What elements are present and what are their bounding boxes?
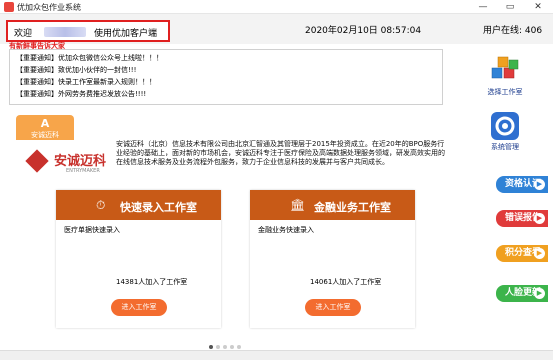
card-subtitle: 金融业务快速录入 — [258, 226, 314, 234]
enter-studio-button[interactable]: 进入工作室 — [305, 299, 361, 316]
notice-panel: 【重要通知】优加众包微信公众号上线啦！！！ 【重要通知】致优加小伙伴的一封信!!… — [9, 49, 443, 105]
datetime-display: 2020年02月10日 08:57:04 — [305, 26, 422, 36]
logo-mark-icon — [25, 149, 49, 173]
redacted-username — [44, 27, 86, 37]
card-member-count: 14381人加入了工作室 — [116, 278, 188, 286]
points-view-button[interactable]: 积分查看 ▶ — [496, 245, 548, 262]
tab-label: 安诚迈科 — [31, 131, 59, 139]
select-studio-button[interactable]: 选择工作室 — [480, 55, 530, 103]
cubes-icon — [491, 56, 519, 79]
card-subtitle: 医疗单据快速录入 — [64, 226, 120, 234]
carousel-dot[interactable] — [237, 345, 241, 349]
select-studio-label: 选择工作室 — [487, 88, 523, 96]
card-header: 🏛 金融业务工作室 — [250, 190, 415, 220]
arrow-right-icon: ▶ — [534, 213, 545, 224]
maximize-button[interactable]: ▭ — [497, 0, 523, 14]
minimize-button[interactable]: — — [470, 0, 496, 14]
company-intro: 安诚迈科（北京）信息技术有限公司由北京汇智通及其管理层于2015年投资成立。在近… — [116, 140, 445, 166]
card-title: 金融业务工作室 — [314, 201, 391, 214]
client-label: 使用优加客户端 — [94, 29, 158, 39]
title-bar: 优加众包作业系统 — ▭ ✕ — [0, 0, 553, 14]
arrow-right-icon: ▶ — [534, 288, 545, 299]
face-update-button[interactable]: 人脸更新 ▶ — [496, 285, 548, 302]
welcome-box: 欢迎 使用优加客户端 — [6, 20, 170, 42]
notice-item[interactable]: 【重要通知】优加众包微信公众号上线啦！！！ — [16, 53, 163, 63]
system-management-label: 系统管理 — [491, 143, 519, 151]
arrow-right-icon: ▶ — [534, 179, 545, 190]
notice-item[interactable]: 【重要通知】快录工作室最新录入规则！！！ — [16, 77, 156, 87]
status-bar — [0, 350, 553, 360]
tab-company[interactable]: A 安诚迈科 — [16, 115, 74, 143]
notice-item[interactable]: 【重要通知】致优加小伙伴的一封信!!! — [16, 65, 136, 75]
card-member-count: 14061人加入了工作室 — [310, 278, 382, 286]
welcome-label: 欢迎 — [14, 29, 33, 39]
logo-text: 安诚迈科 — [54, 154, 107, 169]
company-content: 安诚迈科 ENTRYMAKER 安诚迈科（北京）信息技术有限公司由北京汇智通及其… — [4, 140, 452, 350]
qualification-button[interactable]: 资格认证 ▶ — [496, 176, 548, 193]
studio-card-fast-entry: ⏱ 快速录入工作室 医疗单据快速录入 14381人加入了工作室 进入工作室 — [56, 190, 221, 328]
bank-icon: 🏛 — [290, 198, 306, 212]
online-label: 用户在线: — [483, 26, 523, 36]
online-users: 用户在线: 406 — [483, 23, 542, 36]
card-title: 快速录入工作室 — [120, 201, 197, 214]
gear-icon — [491, 112, 519, 140]
system-management-button[interactable]: 系统管理 — [480, 110, 530, 158]
enter-studio-button[interactable]: 进入工作室 — [111, 299, 167, 316]
carousel-dot[interactable] — [216, 345, 220, 349]
stopwatch-icon: ⏱ — [96, 198, 106, 212]
error-report-button[interactable]: 错误报告 ▶ — [496, 210, 548, 227]
arrow-right-icon: ▶ — [534, 248, 545, 259]
app-icon — [4, 2, 14, 12]
company-logo: 安诚迈科 ENTRYMAKER — [25, 146, 116, 180]
card-header: ⏱ 快速录入工作室 — [56, 190, 221, 220]
carousel-dot[interactable] — [223, 345, 227, 349]
tab-letter: A — [40, 117, 50, 130]
window-title: 优加众包作业系统 — [17, 3, 81, 12]
notice-item[interactable]: 【重要通知】外网劳务费推迟发放公告!!!! — [16, 89, 146, 99]
carousel-dot[interactable] — [230, 345, 234, 349]
online-count: 406 — [524, 26, 543, 36]
carousel-dot[interactable] — [209, 345, 213, 349]
close-button[interactable]: ✕ — [525, 0, 551, 14]
logo-subtext: ENTRYMAKER — [66, 168, 100, 174]
studio-card-finance: 🏛 金融业务工作室 金融业务快速录入 14061人加入了工作室 进入工作室 — [250, 190, 415, 328]
header-bar: 欢迎 使用优加客户端 2020年02月10日 08:57:04 用户在线: 40… — [0, 14, 553, 44]
